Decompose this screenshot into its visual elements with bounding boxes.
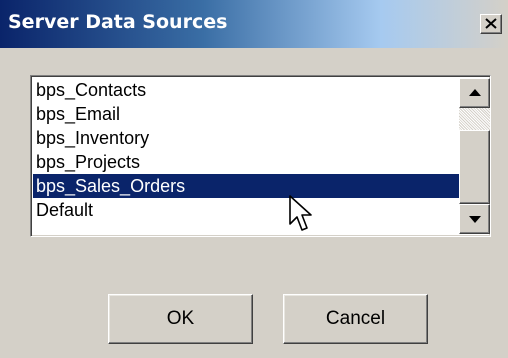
- scroll-thumb[interactable]: [459, 130, 490, 204]
- cancel-button[interactable]: Cancel: [283, 294, 428, 344]
- vertical-scrollbar[interactable]: [459, 78, 490, 234]
- ok-button[interactable]: OK: [108, 294, 253, 344]
- list-item[interactable]: bps_Inventory: [33, 126, 459, 150]
- list-item-selected[interactable]: bps_Sales_Orders: [33, 174, 459, 198]
- list-item[interactable]: bps_Projects: [33, 150, 459, 174]
- close-icon: [485, 18, 497, 29]
- scroll-up-button[interactable]: [459, 78, 490, 108]
- scroll-down-button[interactable]: [459, 204, 490, 234]
- dialog-title: Server Data Sources: [8, 11, 228, 33]
- list-item[interactable]: bps_Contacts: [33, 78, 459, 102]
- arrow-down-icon: [469, 216, 481, 223]
- close-button[interactable]: [480, 14, 502, 34]
- list-item[interactable]: bps_Email: [33, 102, 459, 126]
- list-items: bps_Contacts bps_Email bps_Inventory bps…: [33, 78, 459, 234]
- list-item[interactable]: Default: [33, 198, 459, 222]
- data-sources-listbox[interactable]: bps_Contacts bps_Email bps_Inventory bps…: [30, 75, 491, 237]
- arrow-up-icon: [469, 89, 481, 96]
- server-data-sources-dialog: Server Data Sources bps_Contacts bps_Ema…: [0, 0, 508, 358]
- title-bar[interactable]: Server Data Sources: [0, 0, 508, 48]
